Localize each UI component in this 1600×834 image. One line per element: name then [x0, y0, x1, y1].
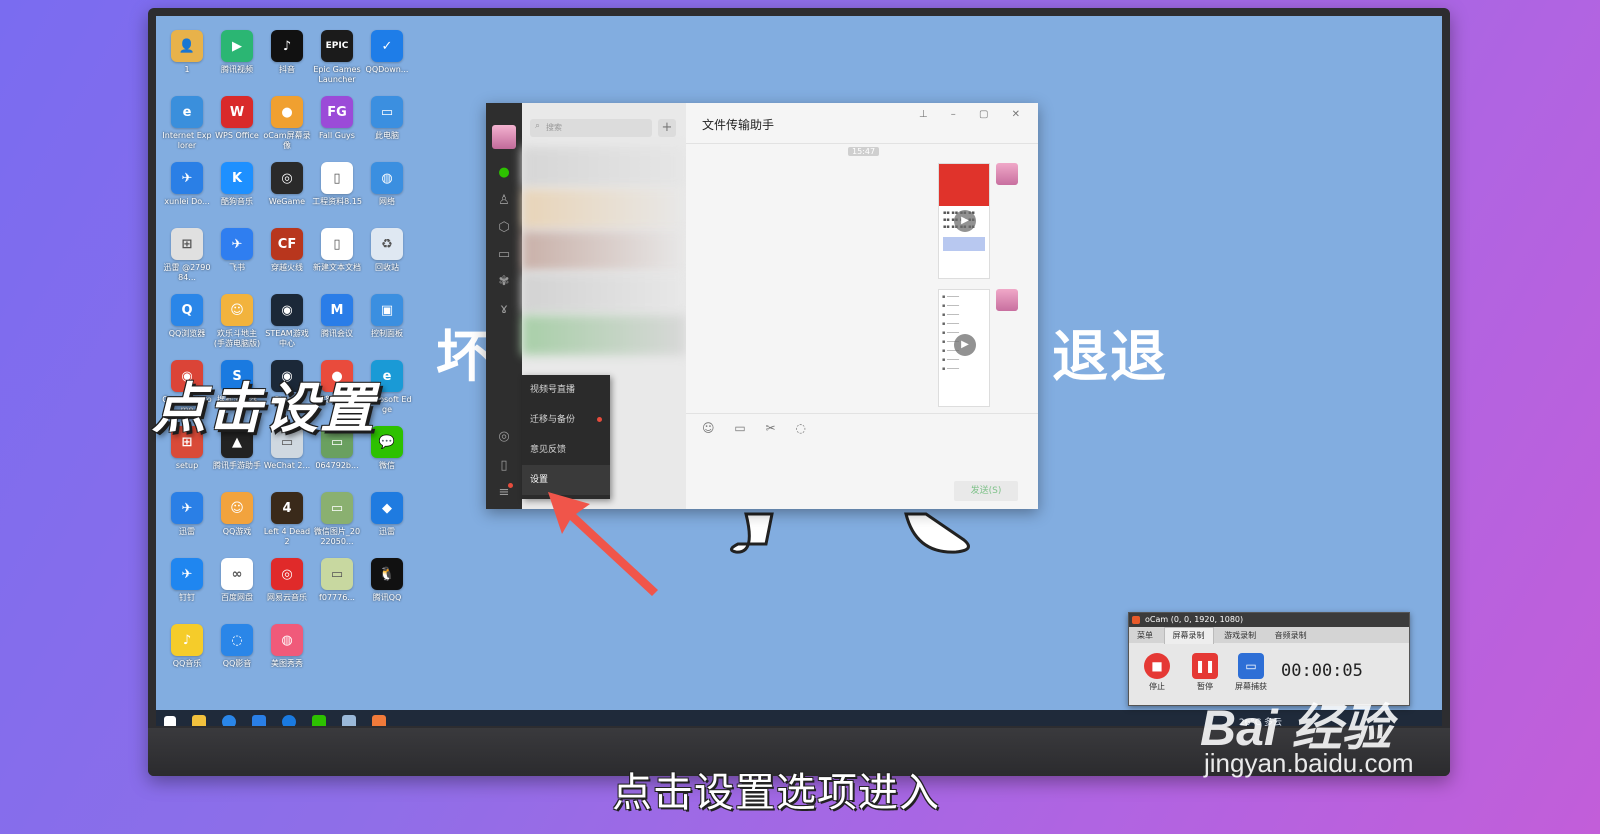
caption-overlay: 点击设置: [152, 377, 376, 440]
video-subtitle: 点击设置选项进入: [612, 770, 940, 816]
baidu-watermark-url: jingyan.baidu.com: [1204, 748, 1414, 778]
